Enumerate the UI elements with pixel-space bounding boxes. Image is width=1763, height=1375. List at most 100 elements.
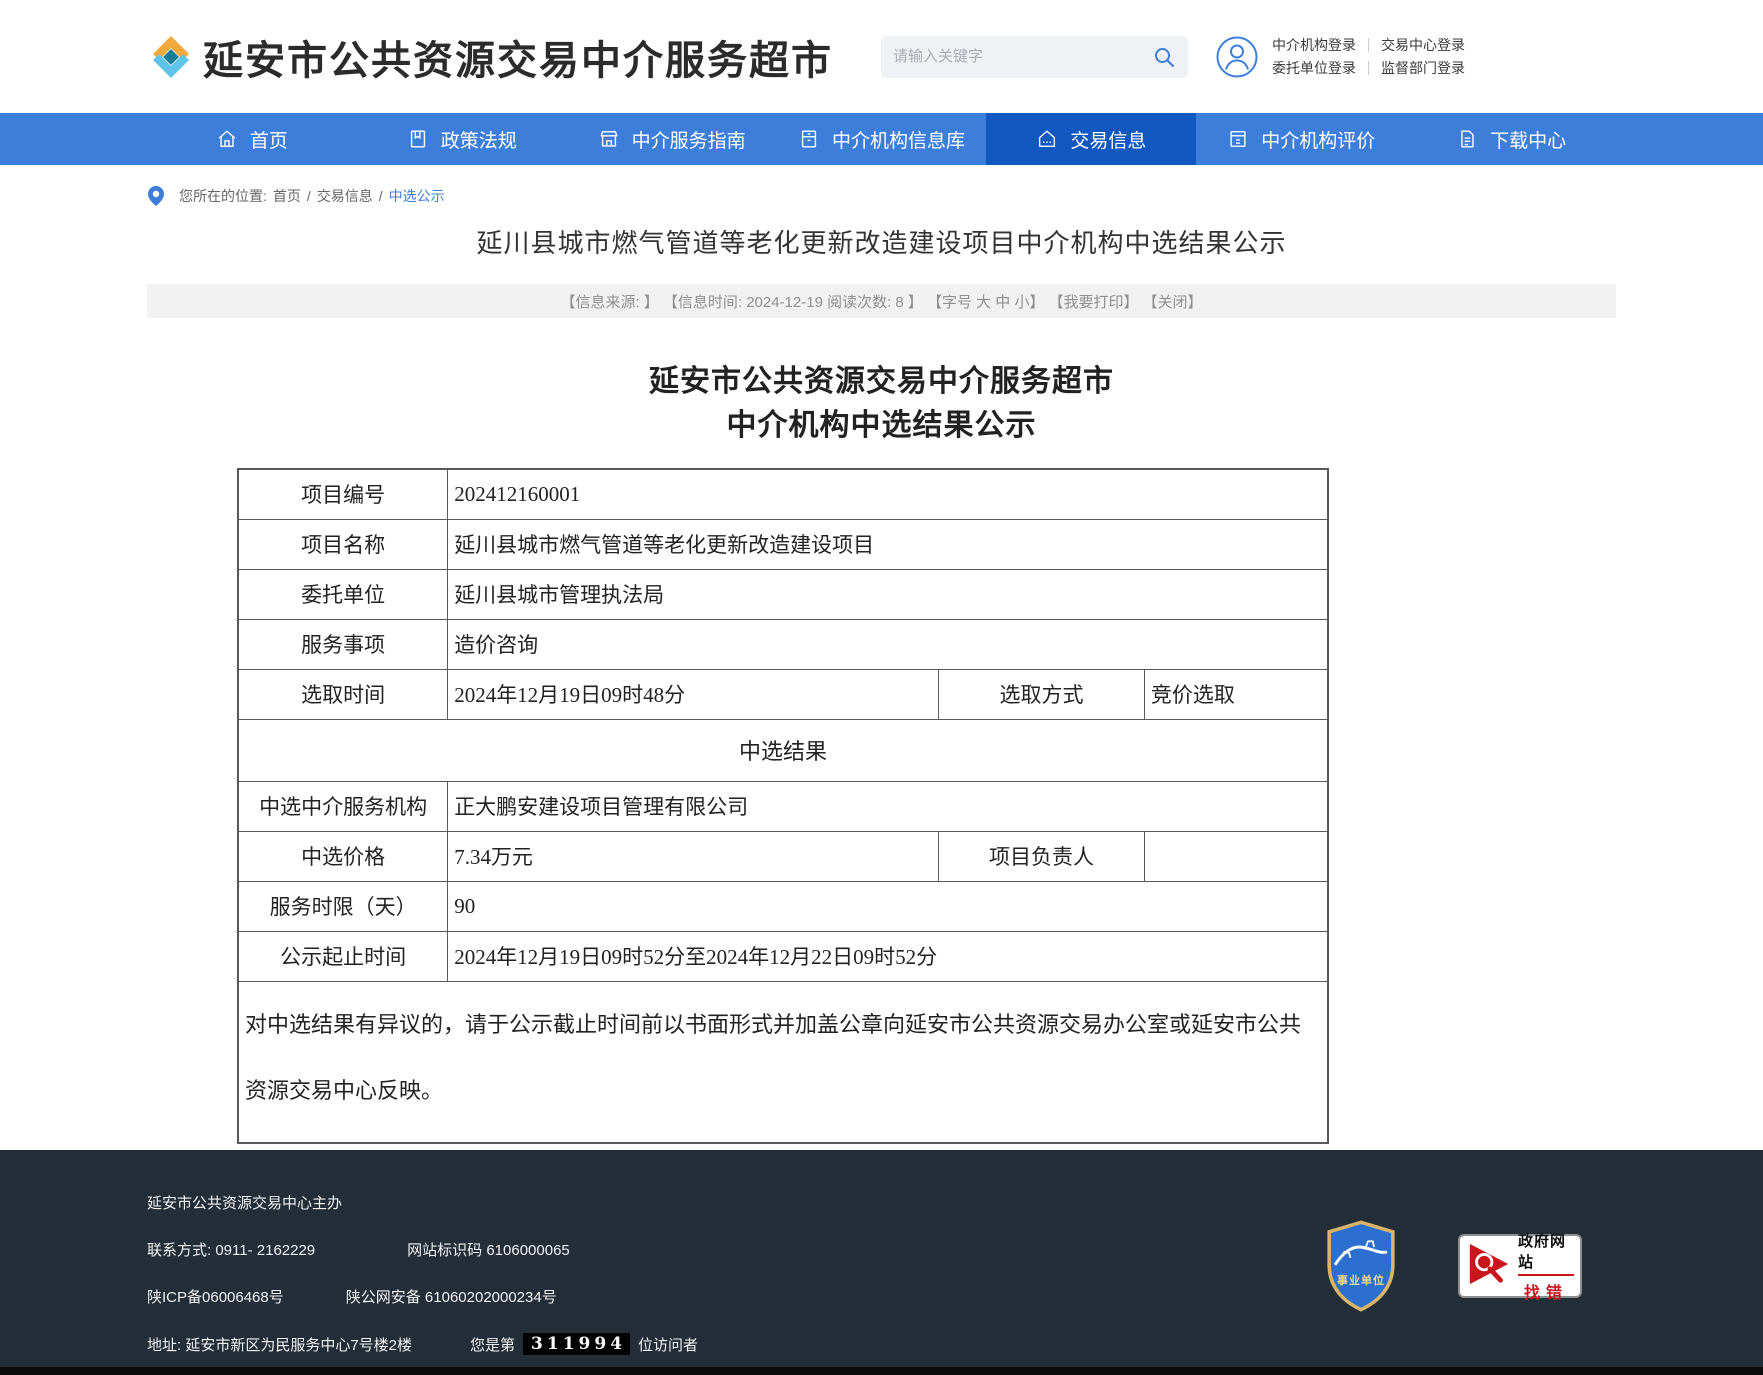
table-row: 选取时间 2024年12月19日09时48分 选取方式 竞价选取: [238, 669, 1328, 719]
row-value: 延川县城市管理执法局: [448, 569, 1328, 619]
breadcrumb-home[interactable]: 首页: [273, 186, 301, 206]
notice-table: 项目编号 202412160001 项目名称 延川县城市燃气管道等老化更新改造建…: [237, 468, 1329, 1144]
login-divider: [1368, 38, 1369, 52]
evaluation-box-icon: [1227, 128, 1249, 150]
nav-item-label: 首页: [250, 126, 288, 153]
nav-item-agency-evaluation[interactable]: 中介机构评价: [1196, 113, 1406, 165]
breadcrumb-current[interactable]: 中选公示: [389, 186, 445, 206]
site-logo-icon: [147, 33, 195, 81]
login-link-agency[interactable]: 中介机构登录: [1272, 34, 1356, 57]
search-box: [881, 36, 1188, 78]
download-doc-icon: [1456, 128, 1478, 150]
login-divider: [1368, 61, 1369, 75]
visitor-prefix: 您是第: [470, 1334, 515, 1355]
find-error-label: 找错: [1524, 1279, 1568, 1303]
nav-item-download-center[interactable]: 下载中心: [1406, 113, 1616, 165]
row-value: 7.34万元: [448, 831, 939, 881]
breadcrumb-prefix: 您所在的位置:: [179, 186, 267, 206]
footer-address: 地址: 延安市新区为民服务中心7号楼2楼: [147, 1334, 412, 1355]
table-row: 中选价格 7.34万元 项目负责人: [238, 831, 1328, 881]
table-section-row: 中选结果: [238, 719, 1328, 781]
search-input[interactable]: [893, 48, 1152, 65]
row-value: 正大鹏安建设项目管理有限公司: [448, 781, 1328, 831]
site-header: 延安市公共资源交易中介服务超市: [0, 0, 1763, 113]
service-store-icon: [598, 128, 620, 150]
objection-note: 对中选结果有异议的，请于公示截止时间前以书面形式并加盖公章向延安市公共资源交易办…: [238, 981, 1328, 1143]
nav-item-label: 政策法规: [441, 126, 517, 153]
row-value: 竞价选取: [1144, 669, 1328, 719]
info-cabinet-icon: [798, 128, 820, 150]
table-row: 项目名称 延川县城市燃气管道等老化更新改造建设项目: [238, 519, 1328, 569]
row-value: 2024年12月19日09时52分至2024年12月22日09时52分: [448, 931, 1328, 981]
footer-site-code: 网站标识码 6106000065: [407, 1239, 570, 1260]
meta-source: 【信息来源: 】: [561, 291, 659, 312]
page-title: 延川县城市燃气管道等老化更新改造建设项目中介机构中选结果公示: [147, 223, 1616, 260]
footer-organizer: 延安市公共资源交易中心主办: [147, 1192, 1616, 1213]
nav-item-label: 下载中心: [1490, 126, 1566, 153]
font-size-control[interactable]: 【字号 大 中 小】: [927, 291, 1045, 312]
policy-book-icon: [407, 128, 429, 150]
nav-item-service-guide[interactable]: 中介服务指南: [567, 113, 777, 165]
visitor-suffix: 位访问者: [638, 1334, 698, 1355]
notice-title-line1: 延安市公共资源交易中介服务超市: [147, 360, 1616, 404]
user-icon: [1216, 36, 1258, 78]
row-value: 2024年12月19日09时48分: [448, 669, 939, 719]
table-row: 服务事项 造价咨询: [238, 619, 1328, 669]
login-links: 中介机构登录 交易中心登录 委托单位登录 监督部门登录: [1272, 34, 1465, 80]
print-button[interactable]: 【我要打印】: [1048, 291, 1138, 312]
notice-title: 延安市公共资源交易中介服务超市 中介机构中选结果公示: [147, 360, 1616, 448]
footer-police-record: 陕公网安备 61060202000234号: [346, 1286, 557, 1307]
row-label: 选取时间: [238, 669, 448, 719]
row-label: 项目编号: [238, 469, 448, 519]
meta-time-readcount: 【信息时间: 2024-12-19 阅读次数: 8 】: [663, 291, 923, 312]
footer-icp: 陕ICP备06006468号: [147, 1286, 284, 1307]
row-label: 公示起止时间: [238, 931, 448, 981]
footer-badges: 事业单位 政府网站 找错: [1324, 1220, 1582, 1312]
close-button[interactable]: 【关闭】: [1142, 291, 1202, 312]
login-link-trade-center[interactable]: 交易中心登录: [1381, 34, 1465, 57]
visitor-counter: 311994: [523, 1333, 630, 1355]
nav-item-label: 中介机构信息库: [832, 126, 965, 153]
row-label: 项目名称: [238, 519, 448, 569]
row-label: 项目负责人: [939, 831, 1145, 881]
row-label: 委托单位: [238, 569, 448, 619]
table-note-row: 对中选结果有异议的，请于公示截止时间前以书面形式并加盖公章向延安市公共资源交易办…: [238, 981, 1328, 1143]
site-title: 延安市公共资源交易中介服务超市: [203, 28, 833, 86]
login-link-client-unit[interactable]: 委托单位登录: [1272, 57, 1356, 80]
login-link-supervision[interactable]: 监督部门登录: [1381, 57, 1465, 80]
section-header: 中选结果: [238, 719, 1328, 781]
row-value: 90: [448, 881, 1328, 931]
nav-item-agency-library[interactable]: 中介机构信息库: [777, 113, 987, 165]
breadcrumb-trade-info[interactable]: 交易信息: [317, 186, 373, 206]
nav-item-trade-info[interactable]: 交易信息: [986, 113, 1196, 165]
bottom-strip: [0, 1367, 1763, 1375]
institution-badge[interactable]: 事业单位: [1324, 1220, 1398, 1312]
row-label: 服务时限（天）: [238, 881, 448, 931]
trade-house-icon: [1036, 128, 1058, 150]
gov-site-error-badge[interactable]: 政府网站 找错: [1458, 1234, 1582, 1298]
row-label: 中选价格: [238, 831, 448, 881]
breadcrumb-separator: /: [379, 188, 383, 204]
main-nav: 首页 政策法规 中介服务指南: [0, 113, 1763, 165]
table-row: 委托单位 延川县城市管理执法局: [238, 569, 1328, 619]
table-row: 公示起止时间 2024年12月19日09时52分至2024年12月22日09时5…: [238, 931, 1328, 981]
row-label: 中选中介服务机构: [238, 781, 448, 831]
gov-site-label: 政府网站: [1518, 1230, 1574, 1276]
error-badge-icon: [1466, 1241, 1512, 1291]
nav-item-home[interactable]: 首页: [147, 113, 357, 165]
table-row: 项目编号 202412160001: [238, 469, 1328, 519]
row-label: 服务事项: [238, 619, 448, 669]
nav-item-label: 交易信息: [1070, 126, 1146, 153]
row-label: 选取方式: [939, 669, 1145, 719]
institution-badge-label: 事业单位: [1324, 1272, 1398, 1288]
footer-contact: 联系方式: 0911- 2162229: [147, 1239, 315, 1260]
nav-item-policy[interactable]: 政策法规: [357, 113, 567, 165]
table-row: 服务时限（天） 90: [238, 881, 1328, 931]
main-content: 您所在的位置: 首页 / 交易信息 / 中选公示 延川县城市燃气管道等老化更新改…: [0, 165, 1763, 1150]
row-value: 延川县城市燃气管道等老化更新改造建设项目: [448, 519, 1328, 569]
site-logo[interactable]: 延安市公共资源交易中介服务超市: [147, 28, 833, 86]
breadcrumb-separator: /: [307, 188, 311, 204]
nav-item-label: 中介服务指南: [632, 126, 746, 153]
search-icon[interactable]: [1152, 45, 1176, 69]
row-value-empty: [1144, 831, 1328, 881]
